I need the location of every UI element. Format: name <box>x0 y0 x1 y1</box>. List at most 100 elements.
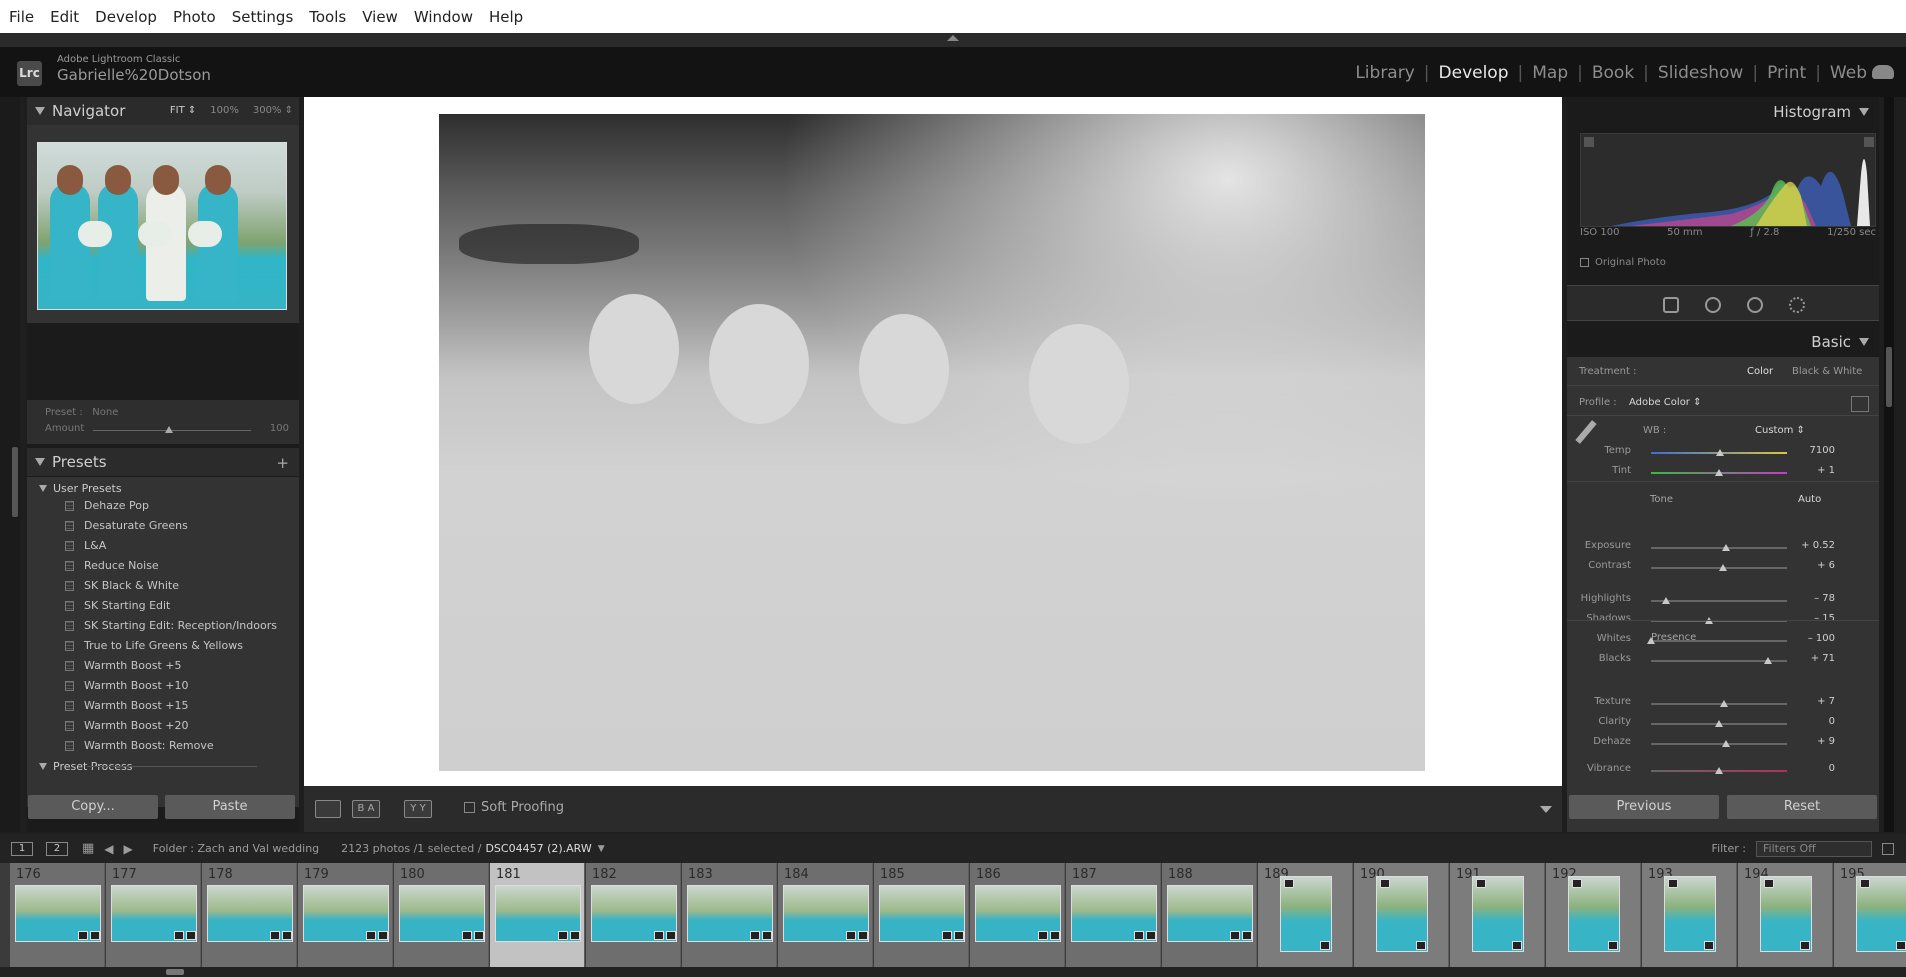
previous-button[interactable]: Previous <box>1569 795 1719 819</box>
selected-filename[interactable]: DSC04457 (2).ARW <box>485 842 591 855</box>
dehaze-value[interactable]: + 9 <box>1795 736 1835 747</box>
basic-header[interactable]: Basic <box>1567 327 1879 357</box>
preset-item[interactable]: True to Life Greens & Yellows <box>65 639 243 652</box>
preset-item[interactable]: Warmth Boost +5 <box>65 659 182 672</box>
preset-item[interactable]: L&A <box>65 539 106 552</box>
exposure-slider[interactable] <box>1651 547 1787 549</box>
menu-photo[interactable]: Photo <box>173 8 216 26</box>
blacks-slider-knob[interactable] <box>1763 657 1772 664</box>
preset-item[interactable]: SK Starting Edit: Reception/Indoors <box>65 619 277 632</box>
collapse-triangle-icon[interactable] <box>1859 108 1869 116</box>
zoom-100[interactable]: 100% <box>210 105 239 116</box>
original-photo-toggle[interactable]: Original Photo <box>1580 257 1666 268</box>
original-photo-checkbox[interactable] <box>1580 258 1589 267</box>
expand-triangle-icon[interactable] <box>39 763 47 770</box>
preset-item[interactable]: Reduce Noise <box>65 559 159 572</box>
filmstrip-thumbnail[interactable] <box>591 885 677 942</box>
highlights-value[interactable]: – 78 <box>1795 593 1835 604</box>
filmstrip-thumbnail[interactable] <box>783 885 869 942</box>
shadow-clip-indicator[interactable] <box>1584 137 1594 147</box>
presets-header[interactable]: Presets + <box>27 448 299 476</box>
module-web[interactable]: Web <box>1821 63 1876 83</box>
main-window-button[interactable]: 1 <box>11 841 33 856</box>
preset-item[interactable]: SK Starting Edit <box>65 599 170 612</box>
histogram-chart[interactable] <box>1580 133 1876 227</box>
eyedropper-icon[interactable] <box>1575 420 1597 444</box>
preset-item[interactable]: Desaturate Greens <box>65 519 188 532</box>
expand-triangle-icon[interactable] <box>39 485 47 492</box>
filmstrip-cell[interactable]: 176 <box>10 863 105 967</box>
filmstrip-cell[interactable]: 189 <box>1258 863 1353 967</box>
filmstrip-cell[interactable]: 180 <box>394 863 489 967</box>
highlights-slider-knob[interactable] <box>1661 597 1670 604</box>
filter-dropdown[interactable]: Filters Off <box>1756 840 1872 857</box>
module-map[interactable]: Map <box>1523 63 1577 83</box>
reset-button[interactable]: Reset <box>1727 795 1877 819</box>
menu-window[interactable]: Window <box>414 8 473 26</box>
filmstrip-cell[interactable]: 190 <box>1354 863 1449 967</box>
filmstrip-cell[interactable]: 184 <box>778 863 873 967</box>
filmstrip-cell[interactable]: 185 <box>874 863 969 967</box>
blacks-value[interactable]: + 71 <box>1795 653 1835 664</box>
histogram-header[interactable]: Histogram <box>1567 97 1879 127</box>
top-panel-toggle[interactable] <box>0 33 1906 47</box>
dehaze-slider-knob[interactable] <box>1721 740 1730 747</box>
temp-slider-knob[interactable] <box>1716 449 1725 456</box>
masking-icon[interactable] <box>1789 297 1805 313</box>
menu-help[interactable]: Help <box>489 8 523 26</box>
tint-slider-knob[interactable] <box>1715 469 1723 476</box>
filename-dropdown-icon[interactable]: ▼ <box>598 844 605 854</box>
folder-source[interactable]: Folder : Zach and Val wedding <box>153 842 319 855</box>
filmstrip-thumbnail[interactable] <box>111 885 197 942</box>
filmstrip-thumbnail[interactable] <box>399 885 485 942</box>
clarity-slider-knob[interactable] <box>1715 720 1723 727</box>
toolbar-menu-icon[interactable] <box>1540 806 1552 813</box>
module-slideshow[interactable]: Slideshow <box>1649 63 1752 83</box>
vibrance-value[interactable]: 0 <box>1795 763 1835 774</box>
copy-button[interactable]: Copy... <box>28 795 158 819</box>
add-preset-icon[interactable]: + <box>276 454 289 472</box>
menu-tools[interactable]: Tools <box>309 8 346 26</box>
zoom-fit[interactable]: FIT ⇕ <box>170 105 196 116</box>
filmstrip-cell[interactable]: 195 <box>1834 863 1906 967</box>
left-panel-scroll-handle[interactable] <box>12 447 18 517</box>
filmstrip-cell[interactable]: 182 <box>586 863 681 967</box>
preset-item[interactable]: Warmth Boost: Remove <box>65 739 214 752</box>
preset-item[interactable]: Dehaze Pop <box>65 499 149 512</box>
highlight-clip-indicator[interactable] <box>1864 137 1874 147</box>
filmstrip-cell[interactable]: 181 <box>490 863 585 967</box>
filmstrip-thumbnail[interactable] <box>15 885 101 942</box>
module-print[interactable]: Print <box>1758 63 1815 83</box>
filmstrip-thumbnail[interactable] <box>1167 885 1253 942</box>
scrollbar-thumb[interactable] <box>166 969 184 975</box>
filmstrip-cell[interactable]: 187 <box>1066 863 1161 967</box>
image-canvas[interactable] <box>304 97 1562 786</box>
filmstrip-thumbnail[interactable] <box>207 885 293 942</box>
texture-slider-knob[interactable] <box>1720 700 1729 707</box>
exposure-value[interactable]: + 0.52 <box>1795 540 1835 551</box>
dehaze-slider[interactable] <box>1651 743 1787 745</box>
back-arrow-icon[interactable]: ◀ <box>104 842 113 856</box>
amount-slider-knob[interactable] <box>165 426 173 433</box>
contrast-value[interactable]: + 6 <box>1795 560 1835 571</box>
red-eye-icon[interactable] <box>1747 297 1763 313</box>
grid-view-icon[interactable]: ▦ <box>82 841 94 856</box>
filmstrip-cell[interactable]: 192 <box>1546 863 1641 967</box>
menu-develop[interactable]: Develop <box>95 8 157 26</box>
filmstrip-cell[interactable]: 179 <box>298 863 393 967</box>
filmstrip-scrollbar[interactable] <box>0 967 1906 977</box>
right-panel-scrollbar[interactable] <box>1884 97 1894 832</box>
paste-button[interactable]: Paste <box>165 795 295 819</box>
module-develop[interactable]: Develop <box>1430 63 1518 83</box>
filter-lock-icon[interactable] <box>1882 842 1894 855</box>
healing-icon[interactable] <box>1705 297 1721 313</box>
left-panel-edge[interactable] <box>0 97 20 832</box>
collapse-triangle-icon[interactable] <box>1859 338 1869 346</box>
module-library[interactable]: Library <box>1346 63 1423 83</box>
loupe-view-icon[interactable] <box>315 800 341 818</box>
filmstrip-thumbnail[interactable] <box>303 885 389 942</box>
profile-dropdown[interactable]: Adobe Color ⇕ <box>1629 397 1701 408</box>
treatment-black-white[interactable]: Black & White <box>1792 366 1862 377</box>
preset-group-user[interactable]: User Presets <box>39 482 122 495</box>
navigator-thumbnail[interactable] <box>37 142 287 310</box>
